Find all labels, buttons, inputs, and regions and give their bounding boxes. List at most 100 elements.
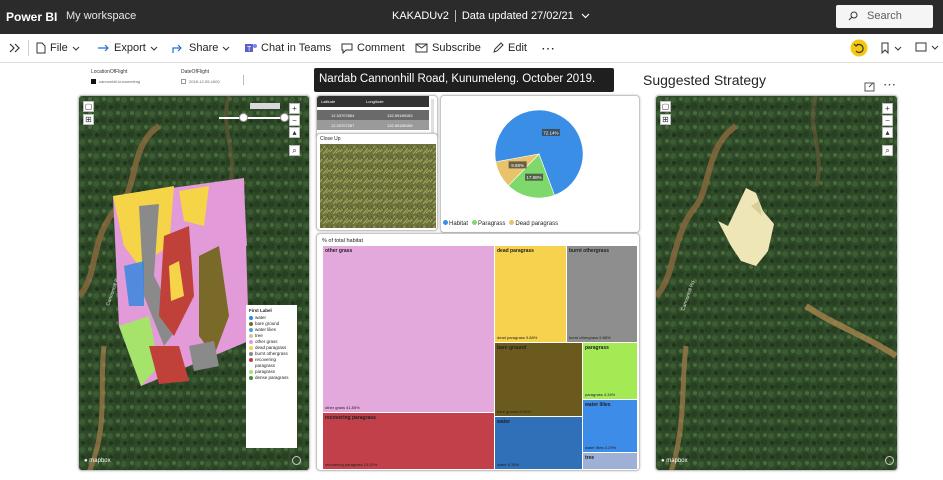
cell-lat: 12.33707854 — [331, 113, 355, 118]
treemap-cell-burnt-othergrass[interactable]: burnt othergrass burnt othergrass 9.88% — [567, 246, 637, 342]
pie-data-label: 9.88% — [511, 163, 524, 168]
pencil-icon — [493, 42, 504, 53]
workspace-link[interactable]: My workspace — [66, 10, 136, 22]
chevron-down-icon — [72, 46, 80, 51]
map-layers-button[interactable]: ▢ — [660, 101, 671, 112]
treemap-cell-other-grass[interactable]: other grass other grass 41.85% — [323, 246, 494, 412]
treemap-cell-name: water — [497, 419, 511, 425]
chevron-down-icon — [931, 45, 939, 50]
map-legend: First Label water bare ground water lilies… — [246, 305, 297, 448]
chevron-down-icon[interactable] — [581, 10, 590, 22]
pie-data-label: 72.14% — [543, 130, 558, 135]
expand-button[interactable] — [8, 42, 22, 54]
close-up-visual[interactable]: Close Up — [316, 133, 438, 231]
treemap-visual[interactable]: % of total habitat other grass other gras… — [316, 233, 640, 471]
data-updated: Data updated 27/02/21 — [461, 10, 574, 22]
treemap-cell-water[interactable]: water water 6.36% — [495, 417, 582, 469]
reset-icon — [850, 39, 868, 57]
expand-icon[interactable] — [864, 82, 875, 92]
share-menu[interactable]: Share — [172, 42, 230, 54]
reset-button[interactable] — [850, 39, 868, 57]
map-select-button[interactable]: ⊞ — [83, 114, 94, 125]
legend-label: dense paragrass — [255, 375, 289, 380]
comment-button[interactable]: Comment — [341, 42, 405, 54]
subscribe-label: Subscribe — [432, 42, 481, 54]
file-label: File — [50, 42, 68, 54]
location-checkbox[interactable] — [91, 79, 96, 84]
legend-dead-paragrass[interactable]: Dead paragrass — [509, 220, 558, 227]
file-menu[interactable]: File — [36, 42, 80, 54]
map-layers-button[interactable]: ▢ — [83, 101, 94, 112]
map-select-button[interactable]: ⊞ — [660, 114, 671, 125]
zoom-in-button[interactable]: + — [882, 103, 893, 114]
zoom-in-button[interactable]: + — [289, 103, 300, 114]
compass-button[interactable]: ▴ — [289, 127, 300, 138]
strategy-map-canvas[interactable]: Cannonhill Rd — [656, 96, 898, 471]
visual-more-options-icon[interactable]: ⋯ — [883, 77, 896, 93]
col-longitude[interactable]: Longitude — [366, 99, 384, 104]
more-options-button[interactable]: ⋯ — [541, 40, 555, 57]
cell-lat: 12.33707287 — [331, 123, 355, 128]
svg-text:T: T — [247, 46, 252, 53]
legend-item[interactable]: recovering paragrass — [249, 357, 294, 369]
map-search-button[interactable]: ⌕ — [289, 145, 300, 156]
search-box[interactable]: Search — [836, 5, 933, 28]
info-icon[interactable] — [885, 456, 894, 465]
report-name: KAKADUv2 — [392, 10, 449, 22]
date-slicer-value[interactable]: 2018-12-05-1600 — [189, 79, 220, 84]
info-icon[interactable] — [292, 456, 301, 465]
treemap-cell-bare-ground[interactable]: bare ground bare ground 9.56% — [495, 343, 582, 416]
export-menu[interactable]: Export — [97, 42, 158, 54]
zoom-out-button[interactable]: − — [882, 115, 893, 126]
opacity-slider[interactable] — [219, 117, 285, 119]
treemap-cell-name: burnt othergrass — [569, 248, 610, 254]
treemap-cell-paragrass[interactable]: paragrass paragrass 4.34% — [583, 343, 637, 399]
treemap-cell-recovering-paragrass[interactable]: recovering paragrass recovering paragrass… — [323, 413, 494, 469]
table-row[interactable]: 12.33707287 132.59189185 — [317, 120, 429, 130]
subscribe-button[interactable]: Subscribe — [415, 42, 481, 54]
date-slicer-title: DateOfFlight — [181, 69, 210, 75]
slider-handle[interactable] — [239, 113, 248, 122]
treemap-cell-dead-paragrass[interactable]: dead paragrass dead paragrass 9.88% — [495, 246, 566, 342]
chevron-down-icon — [150, 46, 158, 51]
legend-list: water bare ground water lilies tree other gr… — [249, 315, 294, 381]
treemap-cell-value: water 6.36% — [497, 462, 520, 467]
strategy-map[interactable]: Cannonhill Rd ▢ ⊞ + − ▴ ⌕ ● mapbox — [655, 95, 898, 471]
map-search-button[interactable]: ⌕ — [882, 145, 893, 156]
app-brand[interactable]: Power BI — [6, 10, 57, 24]
location-slicer-value[interactable]: cannonhill-kunumeleng — [99, 79, 140, 84]
slicer-scrollbar[interactable] — [243, 75, 244, 85]
legend-habitat[interactable]: Habitat — [443, 220, 468, 227]
pie-chart-visual[interactable]: 72.14% 17.98% 9.88% — [440, 95, 640, 233]
chevron-down-icon — [894, 46, 902, 51]
mapbox-attribution: ● mapbox — [661, 458, 688, 464]
table-scrollbar[interactable] — [431, 99, 434, 135]
treemap-chart: other grass other grass 41.85% recovering … — [323, 246, 639, 470]
col-latitude[interactable]: Latitude — [321, 99, 335, 104]
dead-paragrass-swatch — [509, 220, 515, 225]
table-row[interactable]: 12.33707854 132.59189183 — [317, 110, 429, 120]
view-menu[interactable] — [915, 42, 939, 52]
table-header: Latitude Longitude — [317, 96, 429, 107]
legend-item[interactable]: dense paragrass — [249, 375, 294, 381]
treemap-cell-tree[interactable]: tree — [583, 453, 637, 469]
date-checkbox[interactable] — [181, 79, 186, 84]
report-title: Nardab Cannonhill Road, Kunumeleng. Octo… — [314, 68, 614, 92]
report-info[interactable]: KAKADUv2 Data updated 27/02/21 — [392, 10, 590, 23]
treemap-cell-value: water lilies 4.29% — [585, 445, 617, 450]
slider-handle-end[interactable] — [280, 113, 289, 122]
chat-in-teams-button[interactable]: T Chat in Teams — [244, 42, 331, 54]
legend-swatch — [249, 340, 253, 344]
legend-paragrass[interactable]: Paragrass — [472, 220, 505, 227]
bookmark-menu[interactable] — [880, 42, 902, 54]
double-chevron-icon — [9, 43, 20, 53]
chevron-down-icon — [223, 46, 230, 51]
compass-button[interactable]: ▴ — [882, 127, 893, 138]
treemap-cell-water-lilies[interactable]: water lilies water lilies 4.29% — [583, 400, 637, 452]
legend-dead-paragrass-label: Dead paragrass — [515, 221, 559, 227]
toolbar-divider — [28, 40, 29, 56]
edit-button[interactable]: Edit — [492, 42, 527, 54]
treemap-cell-name: water lilies — [585, 402, 611, 408]
zoom-out-button[interactable]: − — [289, 115, 300, 126]
location-slicer-title: LocationOfFlight — [91, 69, 128, 75]
